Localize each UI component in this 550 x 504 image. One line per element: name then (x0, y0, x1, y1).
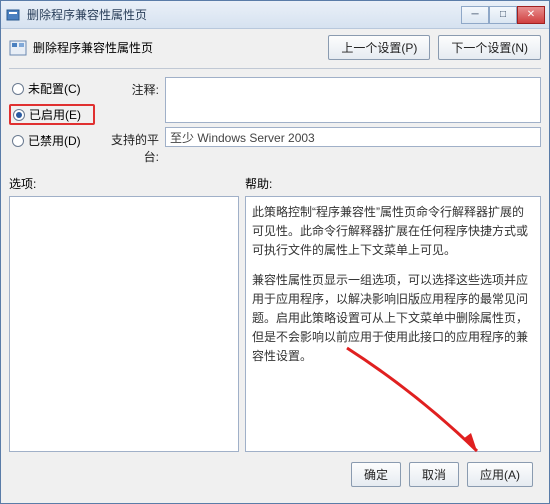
dialog-window: 删除程序兼容性属性页 ─ □ ✕ 删除程序兼容性属性页 上一个设置(P) 下一个… (0, 0, 550, 504)
help-panel[interactable]: 此策略控制“程序兼容性”属性页命令行解释器扩展的可见性。此命令行解释器扩展在任何… (245, 196, 541, 452)
ok-button[interactable]: 确定 (351, 462, 401, 487)
maximize-button[interactable]: □ (489, 6, 517, 24)
panels: 此策略控制“程序兼容性”属性页命令行解释器扩展的可见性。此命令行解释器扩展在任何… (9, 196, 541, 452)
policy-icon (9, 39, 27, 57)
header-label: 删除程序兼容性属性页 (33, 39, 153, 56)
app-icon (5, 7, 21, 23)
close-button[interactable]: ✕ (517, 6, 545, 24)
help-heading: 帮助: (245, 175, 541, 192)
radio-enabled[interactable]: 已启用(E) (9, 104, 95, 125)
radio-disabled[interactable]: 已禁用(D) (9, 131, 95, 150)
platform-label: 支持的平台: (103, 127, 159, 165)
help-paragraph: 此策略控制“程序兼容性”属性页命令行解释器扩展的可见性。此命令行解释器扩展在任何… (252, 203, 534, 261)
next-setting-button[interactable]: 下一个设置(N) (438, 35, 541, 60)
divider (9, 68, 541, 69)
radio-label: 未配置(C) (28, 80, 81, 97)
platform-field (165, 127, 541, 147)
prev-setting-button[interactable]: 上一个设置(P) (328, 35, 430, 60)
apply-button[interactable]: 应用(A) (467, 462, 533, 487)
radio-icon (13, 109, 25, 121)
content-area: 删除程序兼容性属性页 上一个设置(P) 下一个设置(N) 未配置(C) 已启用(… (1, 29, 549, 503)
window-controls: ─ □ ✕ (461, 6, 545, 24)
radio-icon (12, 83, 24, 95)
radio-icon (12, 135, 24, 147)
footer: 确定 取消 应用(A) (9, 452, 541, 497)
help-paragraph: 兼容性属性页显示一组选项，可以选择这些选项并应用于应用程序，以解决影响旧版应用程… (252, 271, 534, 367)
cancel-button[interactable]: 取消 (409, 462, 459, 487)
header-row: 删除程序兼容性属性页 上一个设置(P) 下一个设置(N) (9, 35, 541, 60)
titlebar[interactable]: 删除程序兼容性属性页 ─ □ ✕ (1, 1, 549, 29)
radio-not-configured[interactable]: 未配置(C) (9, 79, 95, 98)
main-config: 未配置(C) 已启用(E) 已禁用(D) 注释: 支持的平台: (9, 77, 541, 165)
radio-label: 已启用(E) (29, 106, 81, 123)
comment-label: 注释: (103, 77, 159, 98)
options-panel[interactable] (9, 196, 239, 452)
comment-input[interactable] (165, 77, 541, 123)
minimize-button[interactable]: ─ (461, 6, 489, 24)
radio-label: 已禁用(D) (28, 132, 81, 149)
radio-group: 未配置(C) 已启用(E) 已禁用(D) (9, 77, 95, 165)
options-heading: 选项: (9, 175, 245, 192)
window-title: 删除程序兼容性属性页 (27, 6, 461, 23)
